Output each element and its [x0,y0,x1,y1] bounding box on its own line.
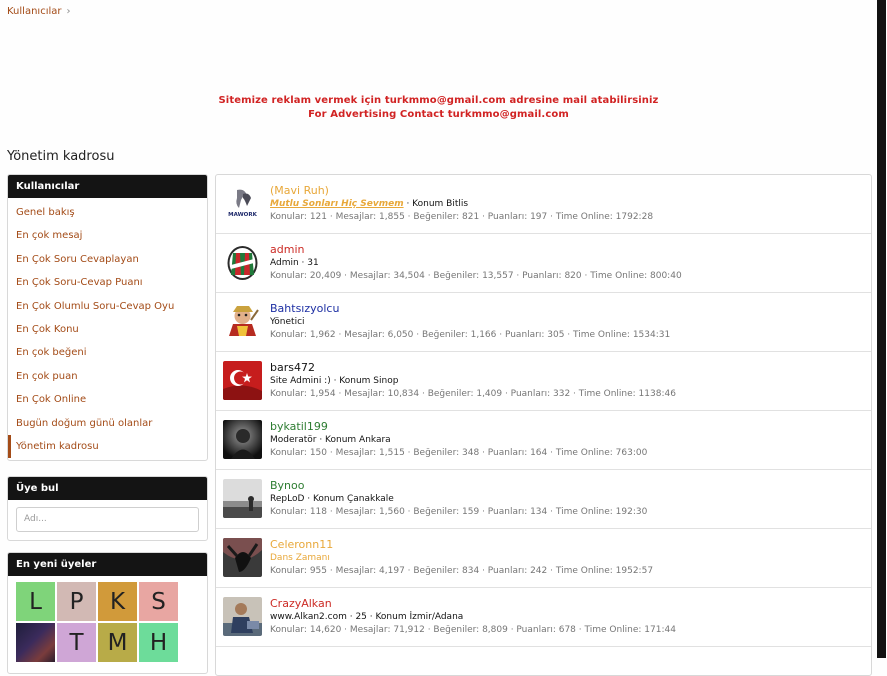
page-scrollbar[interactable] [876,0,887,658]
username-link[interactable]: Bynoo [270,479,647,493]
breadcrumb: Kullanıcılar › [7,6,71,17]
staff-row: bykatil199 Moderatör · Konum Ankara Konu… [216,411,871,470]
member-avatar[interactable]: K [98,582,137,621]
user-title: Admin · 31 [270,258,319,268]
user-stats: Konular: 1,962 · Mesajlar: 6,050 · Beğen… [270,330,671,340]
user-avatar[interactable] [223,597,262,636]
newest-members-header: En yeni üyeler [8,553,207,576]
member-avatar[interactable]: T [57,623,96,662]
user-title: Mutlu Sonları Hiç Sevmem · Konum Bitlis [270,198,653,210]
user-avatar[interactable] [223,420,262,459]
sidebar-item-most-positive-votes[interactable]: En Çok Olumlu Soru-Cevap Oyu [8,295,207,318]
user-title: Moderatör · Konum Ankara [270,435,391,445]
scrollbar-thumb[interactable] [877,0,886,658]
member-avatar[interactable]: S [139,582,178,621]
user-stats: Konular: 14,620 · Mesajlar: 71,912 · Beğ… [270,625,676,635]
user-title-custom: Dans Zamanı [270,553,330,563]
sidebar-item-most-online[interactable]: En Çok Online [8,388,207,411]
member-avatar[interactable]: L [16,582,55,621]
username-link[interactable]: bars472 [270,361,676,375]
username-link[interactable]: bykatil199 [270,420,647,434]
user-avatar[interactable] [223,538,262,577]
sidebar-item-most-answers[interactable]: En Çok Soru Cevaplayan [8,248,207,271]
member-avatar[interactable]: M [98,623,137,662]
user-stats: Konular: 955 · Mesajlar: 4,197 · Beğenil… [270,566,654,576]
username-link[interactable]: Bahtsızyolcu [270,302,670,316]
sidebar-item-staff[interactable]: Yönetim kadrosu [8,434,207,459]
staff-row: Bynoo RepLoD · Konum Çanakkale Konular: … [216,470,871,529]
advertising-notice: Sitemize reklam vermek için turkmmo@gmai… [0,94,877,122]
user-stats: Konular: 118 · Mesajlar: 1,560 · Beğenil… [270,507,648,517]
staff-list: MAWORK (Mavi Ruh) Mutlu Sonları Hiç Sevm… [215,174,872,676]
user-avatar[interactable] [223,302,262,341]
user-title: Yönetici [270,317,305,327]
user-title: www.Alkan2.com · 25 · Konum İzmir/Adana [270,612,464,622]
user-avatar[interactable]: MAWORK [223,184,262,223]
user-avatar[interactable] [223,243,262,282]
user-title: RepLoD · Konum Çanakkale [270,494,394,504]
staff-row: admin Admin · 31 Konular: 20,409 · Mesaj… [216,234,871,293]
newest-members-block: En yeni üyeler L P K S T M H [7,552,208,674]
sidebar-item-most-likes[interactable]: En çok beğeni [8,341,207,364]
member-search-header: Üye bul [8,477,207,500]
user-stats: Konular: 20,409 · Mesajlar: 34,504 · Beğ… [270,271,682,281]
staff-row: Celeronn11 Dans Zamanı Konular: 955 · Me… [216,529,871,588]
username-link[interactable]: admin [270,243,682,257]
user-avatar[interactable] [223,361,262,400]
member-search-input[interactable] [16,506,199,532]
member-avatar-image[interactable] [16,623,55,662]
newest-members-grid: L P K S T M H [8,576,207,670]
user-stats: Konular: 1,954 · Mesajlar: 10,834 · Beğe… [270,389,676,399]
sidebar-item-most-messages[interactable]: En çok mesaj [8,224,207,247]
ad-line-2: For Advertising Contact turkmmo@gmail.co… [308,109,569,120]
username-link[interactable]: (Mavi Ruh) [270,184,653,198]
username-link[interactable]: CrazyAlkan [270,597,676,611]
sidebar-item-birthdays[interactable]: Bugün doğum günü olanlar [8,412,207,435]
member-avatar[interactable]: H [139,623,178,662]
user-title-location: · Konum Bitlis [403,199,469,209]
sidebar-item-most-qa-points[interactable]: En Çok Soru-Cevap Puanı [8,271,207,294]
sidebar-item-most-points[interactable]: En çok puan [8,365,207,388]
user-title: Site Admini :) · Konum Sinop [270,376,399,386]
sidebar-users-block: Kullanıcılar Genel bakış En çok mesaj En… [7,174,208,462]
member-avatar[interactable]: P [57,582,96,621]
staff-row: CrazyAlkan www.Alkan2.com · 25 · Konum İ… [216,588,871,647]
user-avatar[interactable] [223,479,262,518]
sidebar-header: Kullanıcılar [8,175,207,198]
sidebar-nav: Genel bakış En çok mesaj En Çok Soru Cev… [8,198,207,460]
svg-text:MAWORK: MAWORK [228,212,257,218]
username-link[interactable]: Celeronn11 [270,538,653,552]
user-stats: Konular: 121 · Mesajlar: 1,855 · Beğenil… [270,212,654,222]
sidebar-item-overview[interactable]: Genel bakış [8,201,207,224]
ad-line-1: Sitemize reklam vermek için turkmmo@gmai… [218,95,659,106]
member-search-block: Üye bul [7,476,208,541]
staff-row: Bahtsızyolcu Yönetici Konular: 1,962 · M… [216,293,871,352]
staff-row: MAWORK (Mavi Ruh) Mutlu Sonları Hiç Sevm… [216,175,871,234]
staff-row [216,647,871,675]
page-title: Yönetim kadrosu [7,149,115,164]
user-title: Dans Zamanı [270,552,653,564]
staff-row: bars472 Site Admini :) · Konum Sinop Kon… [216,352,871,411]
breadcrumb-link-users[interactable]: Kullanıcılar [7,6,62,17]
chevron-right-icon: › [66,6,71,17]
user-stats: Konular: 150 · Mesajlar: 1,515 · Beğenil… [270,448,648,458]
sidebar-item-most-threads[interactable]: En Çok Konu [8,318,207,341]
user-title-special: Mutlu Sonları Hiç Sevmem [270,199,404,209]
